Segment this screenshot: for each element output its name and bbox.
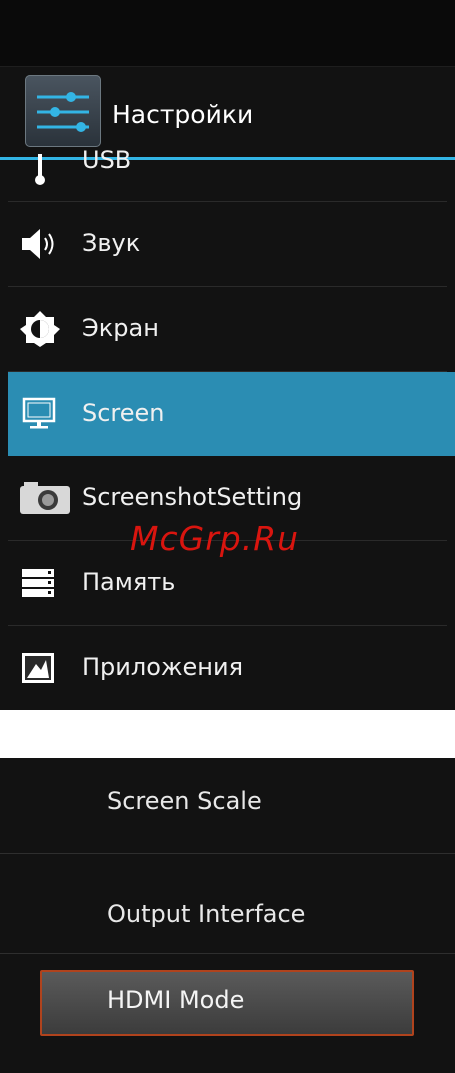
option-screen-scale[interactable]: Screen Scale bbox=[0, 758, 455, 854]
option-label: HDMI Mode bbox=[107, 986, 245, 1014]
speaker-icon bbox=[18, 224, 62, 264]
settings-item-label: USB bbox=[82, 146, 132, 174]
settings-item-label: Приложения bbox=[82, 653, 244, 681]
usb-icon bbox=[18, 154, 62, 194]
settings-item-label: ScreenshotSetting bbox=[82, 483, 303, 511]
settings-panel: Настройки USB Звук Экран Screen Screensh… bbox=[0, 0, 455, 710]
storage-icon bbox=[18, 563, 62, 603]
settings-item-label: Экран bbox=[82, 314, 159, 342]
option-label: Screen Scale bbox=[107, 787, 262, 815]
status-bar bbox=[0, 0, 455, 67]
monitor-icon bbox=[18, 394, 62, 434]
settings-item-label: Память bbox=[82, 568, 176, 596]
settings-item-usb[interactable]: USB bbox=[0, 146, 455, 202]
settings-item-apps[interactable]: Приложения bbox=[0, 626, 455, 710]
brightness-icon bbox=[18, 309, 62, 349]
settings-item-label: Звук bbox=[82, 229, 141, 257]
sliders-icon bbox=[37, 92, 89, 132]
option-output-interface[interactable]: Output Interface bbox=[0, 854, 455, 954]
settings-item-display[interactable]: Экран bbox=[0, 287, 455, 372]
apps-icon bbox=[18, 648, 62, 688]
screen-options-panel: Screen Scale Output Interface HDMI Mode bbox=[0, 758, 455, 1073]
settings-item-label: Screen bbox=[82, 399, 165, 427]
action-bar: Настройки bbox=[0, 67, 455, 160]
option-hdmi-mode[interactable]: HDMI Mode bbox=[0, 954, 455, 1073]
page-title: Настройки bbox=[112, 100, 254, 129]
option-label: Output Interface bbox=[107, 900, 306, 928]
settings-item-sound[interactable]: Звук bbox=[0, 202, 455, 287]
settings-item-screen[interactable]: Screen bbox=[8, 372, 455, 456]
camera-icon bbox=[18, 478, 74, 518]
watermark: McGrp.Ru bbox=[130, 519, 300, 558]
settings-app-icon[interactable] bbox=[25, 75, 101, 147]
